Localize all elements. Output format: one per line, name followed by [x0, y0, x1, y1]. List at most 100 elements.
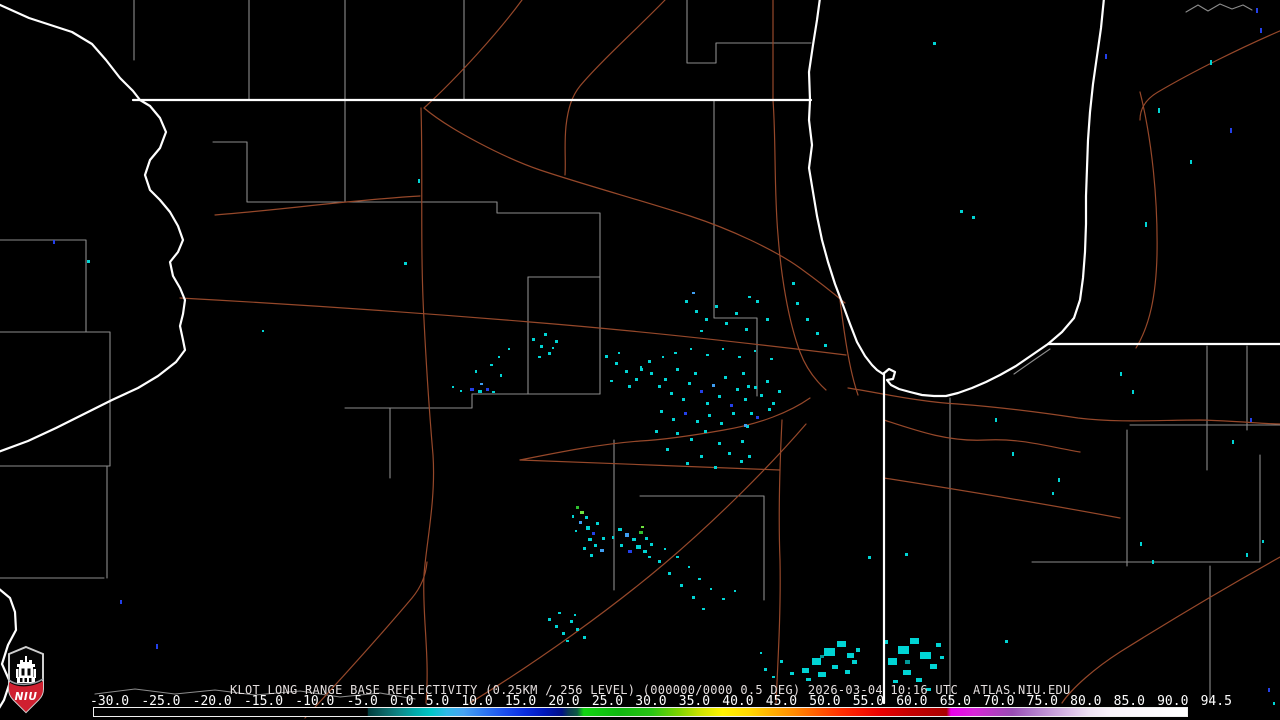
radar-echo [847, 653, 854, 658]
radar-echo [1140, 542, 1142, 546]
radar-echo [668, 572, 671, 575]
radar-echo [688, 382, 691, 385]
radar-echo [572, 515, 574, 518]
radar-echo [562, 632, 565, 635]
logo-text: NIU [15, 691, 38, 703]
radar-echo [586, 526, 590, 530]
radar-echo [734, 590, 736, 592]
radar-echo [660, 410, 663, 413]
radar-echo [618, 352, 620, 354]
radar-echo [700, 330, 703, 332]
radar-echo [1260, 28, 1262, 33]
radar-echo [418, 179, 420, 183]
radar-echo [1145, 222, 1147, 227]
radar-echo [596, 522, 599, 525]
radar-echo [1230, 128, 1232, 133]
radar-echo [714, 466, 717, 469]
radar-echo [592, 532, 595, 535]
radar-echo [802, 668, 809, 673]
radar-echo [120, 600, 122, 604]
radar-echo [676, 432, 679, 435]
radar-echo [766, 380, 769, 383]
radar-echo [812, 658, 821, 665]
radar-echo [1256, 8, 1258, 13]
radar-echo [684, 412, 687, 415]
radar-echo [590, 554, 593, 557]
radar-echo [628, 550, 632, 553]
radar-echo [837, 641, 846, 647]
radar-echo [490, 364, 493, 366]
radar-echo [1105, 54, 1107, 59]
radar-echo [636, 545, 641, 549]
radar-echo [806, 318, 809, 321]
radar-echo [612, 536, 614, 539]
radar-echo [708, 414, 711, 417]
radar-echo [658, 385, 661, 388]
radar-echo [706, 354, 709, 356]
radar-echo [698, 578, 701, 580]
radar-echo [818, 672, 826, 677]
radar-echo [780, 660, 783, 663]
radar-echo [685, 300, 688, 303]
radar-echo [1132, 390, 1134, 394]
radar-echo [632, 538, 636, 541]
radar-echo [760, 652, 762, 654]
radar-echo [910, 638, 919, 644]
radar-echo [594, 544, 597, 547]
radar-echo [655, 430, 658, 433]
state-lines [0, 0, 1280, 709]
radar-echo [1005, 640, 1008, 643]
radar-echo [544, 333, 547, 336]
radar-echo [618, 528, 622, 531]
radar-echo [555, 340, 558, 343]
radar-echo [960, 210, 963, 213]
radar-echo [600, 549, 604, 552]
niu-logo: NIU [6, 645, 46, 719]
radar-echo [585, 516, 588, 519]
radar-echo [933, 42, 936, 45]
radar-echo [792, 282, 795, 285]
radar-echo [738, 356, 741, 358]
radar-echo [747, 385, 750, 388]
radar-echo [470, 388, 474, 391]
radar-echo [628, 385, 631, 388]
radar-echo [1273, 702, 1275, 705]
radar-echo [492, 391, 495, 393]
radar-echo [602, 537, 605, 540]
radar-echo [645, 537, 648, 540]
radar-echo [478, 390, 482, 393]
radar-echo [558, 612, 561, 614]
radar-echo [806, 678, 811, 681]
radar-echo [736, 388, 739, 391]
radar-echo [816, 332, 819, 335]
radar-echo [643, 550, 647, 553]
radar-echo [868, 556, 871, 559]
radar-echo [700, 390, 703, 393]
radar-echo [832, 665, 838, 669]
radar-echo [552, 347, 554, 349]
radar-echo [641, 526, 644, 528]
radar-echo [718, 442, 721, 445]
radar-echo [1152, 560, 1154, 564]
radar-echo [724, 376, 727, 379]
radar-echo [500, 374, 502, 377]
radar-echo [690, 438, 693, 441]
radar-echo [748, 296, 751, 298]
radar-echo [824, 344, 827, 347]
radar-echo [680, 584, 683, 587]
radar-echo [1262, 540, 1264, 543]
radar-echo [640, 368, 643, 371]
radar-echo [995, 418, 997, 422]
radar-echo [903, 670, 911, 675]
radar-echo [639, 531, 643, 534]
radar-echo [583, 636, 586, 639]
reflectivity-colorbar [93, 707, 1188, 717]
radar-echo [856, 648, 860, 652]
radar-echo [710, 588, 712, 590]
radar-echo [1268, 688, 1270, 692]
radar-echo [930, 664, 937, 669]
radar-echo [538, 356, 541, 358]
radar-echo [756, 416, 759, 419]
radar-echo [548, 352, 551, 355]
radar-echo [460, 390, 462, 392]
